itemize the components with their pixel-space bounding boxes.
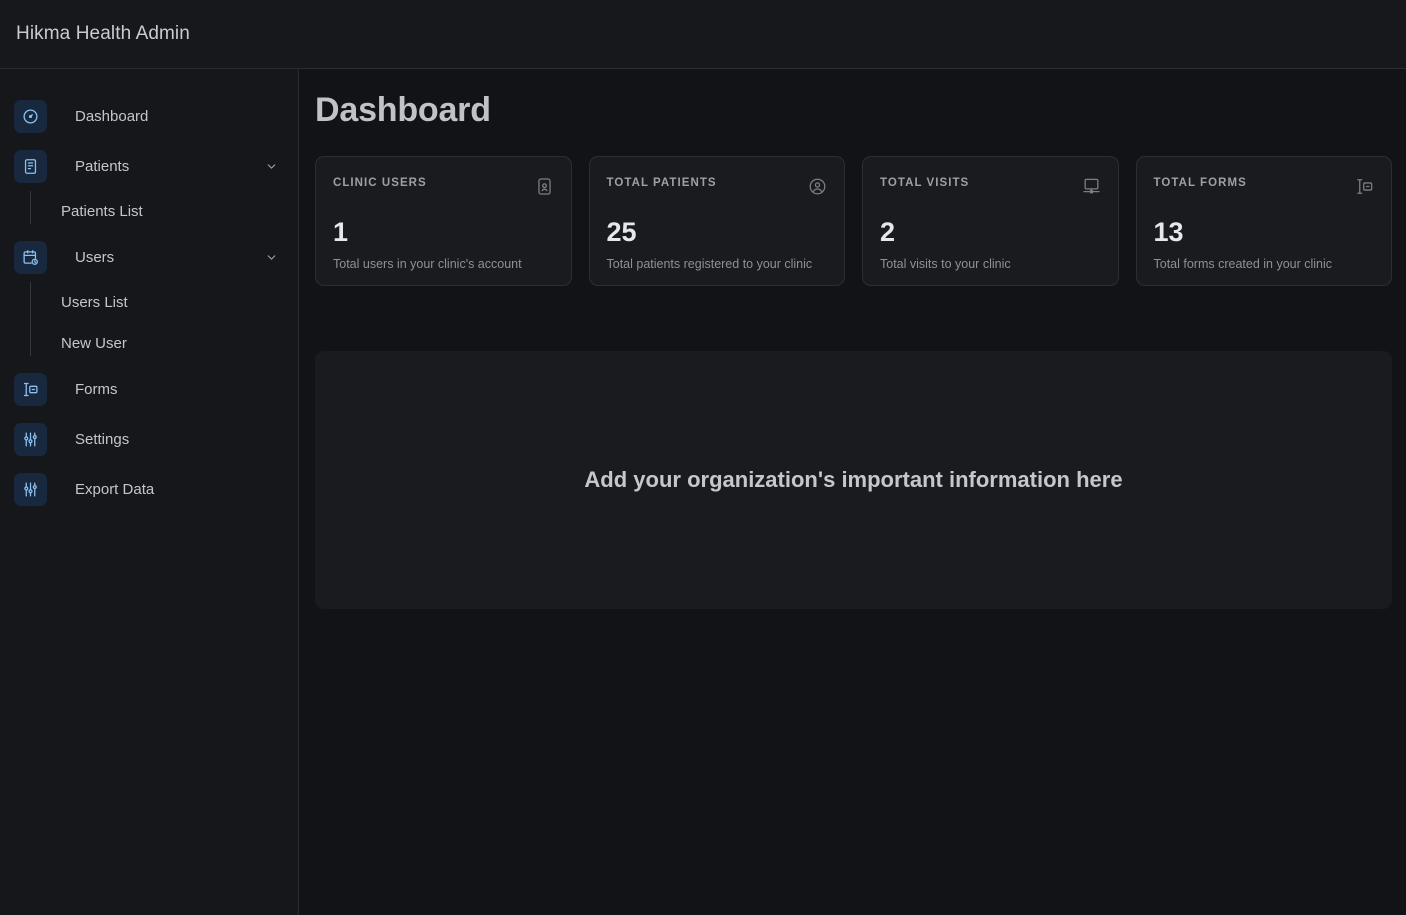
card-value: 1 bbox=[333, 217, 349, 247]
sidebar-item-settings[interactable]: Settings bbox=[0, 414, 298, 464]
sidebar-item-label: Forms bbox=[75, 380, 118, 398]
sidebar-item-patients[interactable]: Patients bbox=[0, 141, 298, 191]
sidebar: Dashboard Patients Patients List Users U… bbox=[0, 69, 299, 915]
organization-info-panel: Add your organization's important inform… bbox=[315, 351, 1392, 609]
chevron-down-icon[interactable] bbox=[264, 250, 278, 264]
card-value: 13 bbox=[1153, 217, 1184, 247]
stat-card-clinic-users: CLINIC USERS 1 Total users in your clini… bbox=[315, 156, 572, 286]
form-field-icon bbox=[1355, 177, 1374, 201]
sidebar-item-dashboard[interactable]: Dashboard bbox=[0, 91, 298, 141]
sidebar-item-patients-list[interactable]: Patients List bbox=[0, 191, 298, 232]
organization-info-placeholder: Add your organization's important inform… bbox=[584, 467, 1123, 492]
sliders-icon bbox=[14, 472, 47, 506]
card-description: Total visits to your clinic bbox=[880, 257, 1011, 271]
sidebar-item-forms[interactable]: Forms bbox=[0, 364, 298, 414]
form-field-icon bbox=[14, 372, 47, 406]
sidebar-item-label: Export Data bbox=[75, 480, 155, 498]
card-label: CLINIC USERS bbox=[333, 177, 427, 189]
calendar-clock-icon bbox=[14, 240, 47, 274]
gauge-icon bbox=[14, 99, 47, 133]
sidebar-item-users[interactable]: Users bbox=[0, 232, 298, 282]
submenu-item-label: New User bbox=[61, 335, 127, 352]
submenu-item-label: Patients List bbox=[61, 203, 143, 220]
presentation-screen-icon bbox=[1082, 177, 1101, 201]
sliders-icon bbox=[14, 422, 47, 456]
submenu-users: Users List New User bbox=[0, 282, 298, 364]
sidebar-item-export-data[interactable]: Export Data bbox=[0, 464, 298, 514]
card-description: Total forms created in your clinic bbox=[1153, 257, 1333, 271]
submenu-item-label: Users List bbox=[61, 294, 128, 311]
card-description: Total users in your clinic's account bbox=[333, 257, 522, 271]
card-header: TOTAL VISITS bbox=[880, 177, 1101, 201]
app-header: Hikma Health Admin bbox=[0, 0, 1406, 69]
submenu-patients: Patients List bbox=[0, 191, 298, 232]
page-title: Dashboard bbox=[315, 91, 491, 129]
card-header: CLINIC USERS bbox=[333, 177, 554, 201]
card-label: TOTAL FORMS bbox=[1153, 177, 1247, 189]
stat-card-total-visits: TOTAL VISITS 2 Total visits to your clin… bbox=[862, 156, 1119, 286]
sidebar-item-new-user[interactable]: New User bbox=[0, 323, 298, 364]
stat-card-total-patients: TOTAL PATIENTS 25 Total patients registe… bbox=[588, 156, 845, 286]
main-content: Dashboard CLINIC USERS 1 Total users in … bbox=[299, 69, 1406, 915]
chevron-down-icon[interactable] bbox=[264, 159, 278, 173]
sidebar-item-label: Patients bbox=[75, 157, 130, 175]
sidebar-item-label: Settings bbox=[75, 430, 130, 448]
contact-card-icon bbox=[535, 177, 554, 201]
card-header: TOTAL FORMS bbox=[1154, 177, 1375, 201]
sidebar-item-label: Users bbox=[75, 248, 115, 266]
card-label: TOTAL PATIENTS bbox=[606, 177, 717, 189]
card-label: TOTAL VISITS bbox=[880, 177, 970, 189]
card-header: TOTAL PATIENTS bbox=[607, 177, 828, 201]
card-value: 25 bbox=[606, 217, 637, 247]
card-description: Total patients registered to your clinic bbox=[606, 257, 813, 271]
stat-cards: CLINIC USERS 1 Total users in your clini… bbox=[315, 156, 1392, 286]
sidebar-item-label: Dashboard bbox=[75, 107, 149, 125]
app-title: Hikma Health Admin bbox=[16, 23, 190, 44]
user-circle-icon bbox=[808, 177, 827, 201]
body-wrapper: Dashboard Patients Patients List Users U… bbox=[0, 69, 1406, 915]
card-value: 2 bbox=[880, 217, 896, 247]
sidebar-item-users-list[interactable]: Users List bbox=[0, 282, 298, 323]
document-icon bbox=[14, 149, 47, 183]
stat-card-total-forms: TOTAL FORMS 13 Total forms created in yo… bbox=[1135, 156, 1392, 286]
